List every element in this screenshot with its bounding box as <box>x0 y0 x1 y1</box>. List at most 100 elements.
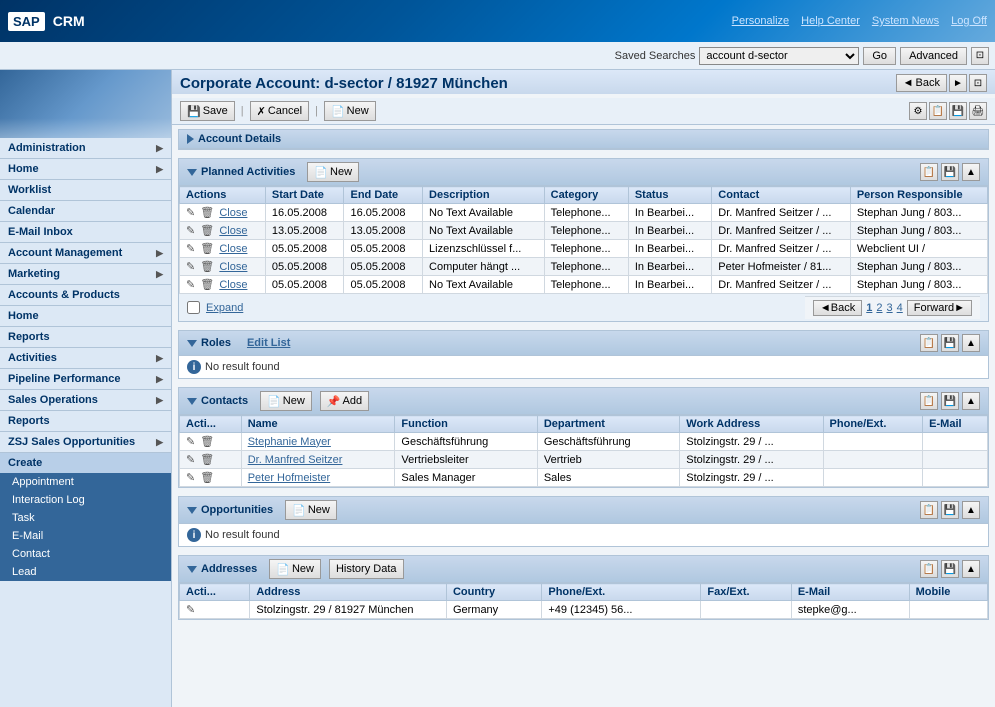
sidebar-item-email-inbox[interactable]: E-Mail Inbox <box>0 222 171 242</box>
contacts-new-button[interactable]: 📄 New <box>260 391 312 411</box>
edit-icon[interactable]: ✎ <box>186 604 195 616</box>
opportunities-header[interactable]: Opportunities 📄 New 📋 💾 ▲ <box>179 497 988 524</box>
edit-icon[interactable]: ✎ <box>186 279 195 291</box>
sidebar-item-zsj-sales[interactable]: ZSJ Sales Opportunities ▶ <box>0 432 171 452</box>
roles-edit-link[interactable]: Edit List <box>247 337 290 349</box>
contacts-add-button[interactable]: 📌 Add <box>320 391 369 411</box>
sidebar-create-email[interactable]: E-Mail <box>0 527 171 545</box>
addresses-header[interactable]: Addresses 📄 New History Data 📋 💾 ▲ <box>179 556 988 583</box>
edit-icon[interactable]: ✎ <box>186 207 195 219</box>
close-link[interactable]: Close <box>219 225 247 237</box>
sidebar-item-calendar[interactable]: Calendar <box>0 201 171 221</box>
addr-collapse-btn[interactable]: ▲ <box>962 560 980 578</box>
save-button[interactable]: 💾 Save <box>180 101 235 121</box>
toolbar-icon-3[interactable]: 💾 <box>949 102 967 120</box>
advanced-button[interactable]: Advanced <box>900 47 967 65</box>
cancel-button[interactable]: ✗ Cancel <box>250 101 309 121</box>
sidebar-item-account-management[interactable]: Account Management ▶ <box>0 243 171 263</box>
page-1[interactable]: 1 <box>866 302 872 314</box>
sidebar-create-lead[interactable]: Lead <box>0 563 171 581</box>
edit-icon[interactable]: ✎ <box>186 243 195 255</box>
sidebar-create-contact[interactable]: Contact <box>0 545 171 563</box>
close-link[interactable]: Close <box>219 207 247 219</box>
nav-extra-button[interactable]: ⊡ <box>969 74 987 92</box>
name[interactable]: Dr. Manfred Seitzer <box>241 451 395 469</box>
expand-checkbox[interactable] <box>187 301 200 314</box>
personalize-link[interactable]: Personalize <box>732 15 789 27</box>
delete-icon[interactable]: 🗑 <box>200 472 214 484</box>
sidebar-item-pipeline[interactable]: Pipeline Performance ▶ <box>0 369 171 389</box>
search-extra-icon[interactable]: ⊡ <box>971 47 989 65</box>
sidebar-item-home2[interactable]: Home <box>0 306 171 326</box>
edit-icon[interactable]: ✎ <box>186 472 195 484</box>
go-button[interactable]: Go <box>863 47 896 65</box>
nav-forward-button[interactable]: ► <box>949 74 967 92</box>
edit-icon[interactable]: ✎ <box>186 261 195 273</box>
addr-icon-1[interactable]: 📋 <box>920 560 938 578</box>
delete-icon[interactable]: 🗑 <box>200 207 214 219</box>
contacts-icon-2[interactable]: 💾 <box>941 392 959 410</box>
sidebar-item-reports[interactable]: Reports <box>0 327 171 347</box>
saved-searches-select[interactable]: account d-sector <box>699 47 859 65</box>
sidebar-item-worklist[interactable]: Worklist <box>0 180 171 200</box>
roles-icon-2[interactable]: 💾 <box>941 334 959 352</box>
help-center-link[interactable]: Help Center <box>801 15 860 27</box>
roles-header[interactable]: Roles Edit List 📋 💾 ▲ <box>179 331 988 356</box>
addr-icon-2[interactable]: 💾 <box>941 560 959 578</box>
page-3[interactable]: 3 <box>887 302 893 314</box>
edit-icon[interactable]: ✎ <box>186 436 195 448</box>
sidebar-create-task[interactable]: Task <box>0 509 171 527</box>
account-details-header[interactable]: Account Details <box>179 130 988 149</box>
delete-icon[interactable]: 🗑 <box>200 454 214 466</box>
opp-collapse-btn[interactable]: ▲ <box>962 501 980 519</box>
close-link[interactable]: Close <box>219 279 247 291</box>
opp-icon-2[interactable]: 💾 <box>941 501 959 519</box>
pagination-forward[interactable]: Forward► <box>907 300 972 316</box>
planned-activities-header[interactable]: Planned Activities 📄 New 📋 💾 ▲ <box>179 159 988 186</box>
log-off-link[interactable]: Log Off <box>951 15 987 27</box>
roles-icon-1[interactable]: 📋 <box>920 334 938 352</box>
close-link[interactable]: Close <box>219 261 247 273</box>
sidebar-item-marketing[interactable]: Marketing ▶ <box>0 264 171 284</box>
addresses-history-button[interactable]: History Data <box>329 559 404 579</box>
sidebar-create-appointment[interactable]: Appointment <box>0 473 171 491</box>
delete-icon[interactable]: 🗑 <box>200 436 214 448</box>
pagination-back[interactable]: ◄Back <box>813 300 862 316</box>
pa-collapse-btn[interactable]: ▲ <box>962 163 980 181</box>
sidebar-item-sales-operations[interactable]: Sales Operations ▶ <box>0 390 171 410</box>
contacts-collapse-btn[interactable]: ▲ <box>962 392 980 410</box>
toolbar-icon-2[interactable]: 📋 <box>929 102 947 120</box>
sidebar-item-activities[interactable]: Activities ▶ <box>0 348 171 368</box>
name[interactable]: Peter Hofmeister <box>241 469 395 487</box>
contacts-icon-1[interactable]: 📋 <box>920 392 938 410</box>
page-4[interactable]: 4 <box>897 302 903 314</box>
toolbar-icon-4[interactable]: 🖨 <box>969 102 987 120</box>
expand-button[interactable]: Expand <box>206 302 243 314</box>
delete-icon[interactable]: 🗑 <box>200 279 214 291</box>
opp-icon-1[interactable]: 📋 <box>920 501 938 519</box>
sidebar-item-home[interactable]: Home ▶ <box>0 159 171 179</box>
addresses-new-button[interactable]: 📄 New <box>269 559 321 579</box>
sidebar-item-reports2[interactable]: Reports <box>0 411 171 431</box>
delete-icon[interactable]: 🗑 <box>200 225 214 237</box>
new-button[interactable]: 📄 New <box>324 101 376 121</box>
contacts-header[interactable]: Contacts 📄 New 📌 Add 📋 💾 ▲ <box>179 388 988 415</box>
back-button[interactable]: ◄ Back <box>896 74 947 92</box>
pa-icon-1[interactable]: 📋 <box>920 163 938 181</box>
delete-icon[interactable]: 🗑 <box>200 261 214 273</box>
toolbar-icon-1[interactable]: ⚙ <box>909 102 927 120</box>
roles-collapse-btn[interactable]: ▲ <box>962 334 980 352</box>
opportunities-new-button[interactable]: 📄 New <box>285 500 337 520</box>
close-link[interactable]: Close <box>219 243 247 255</box>
edit-icon[interactable]: ✎ <box>186 454 195 466</box>
sidebar-item-administration[interactable]: Administration ▶ <box>0 138 171 158</box>
page-2[interactable]: 2 <box>876 302 882 314</box>
name[interactable]: Stephanie Mayer <box>241 433 395 451</box>
edit-icon[interactable]: ✎ <box>186 225 195 237</box>
planned-activities-new-button[interactable]: 📄 New <box>307 162 359 182</box>
sidebar-create-interaction-log[interactable]: Interaction Log <box>0 491 171 509</box>
pa-icon-2[interactable]: 💾 <box>941 163 959 181</box>
sidebar-item-accounts-products[interactable]: Accounts & Products <box>0 285 171 305</box>
system-news-link[interactable]: System News <box>872 15 939 27</box>
delete-icon[interactable]: 🗑 <box>200 243 214 255</box>
